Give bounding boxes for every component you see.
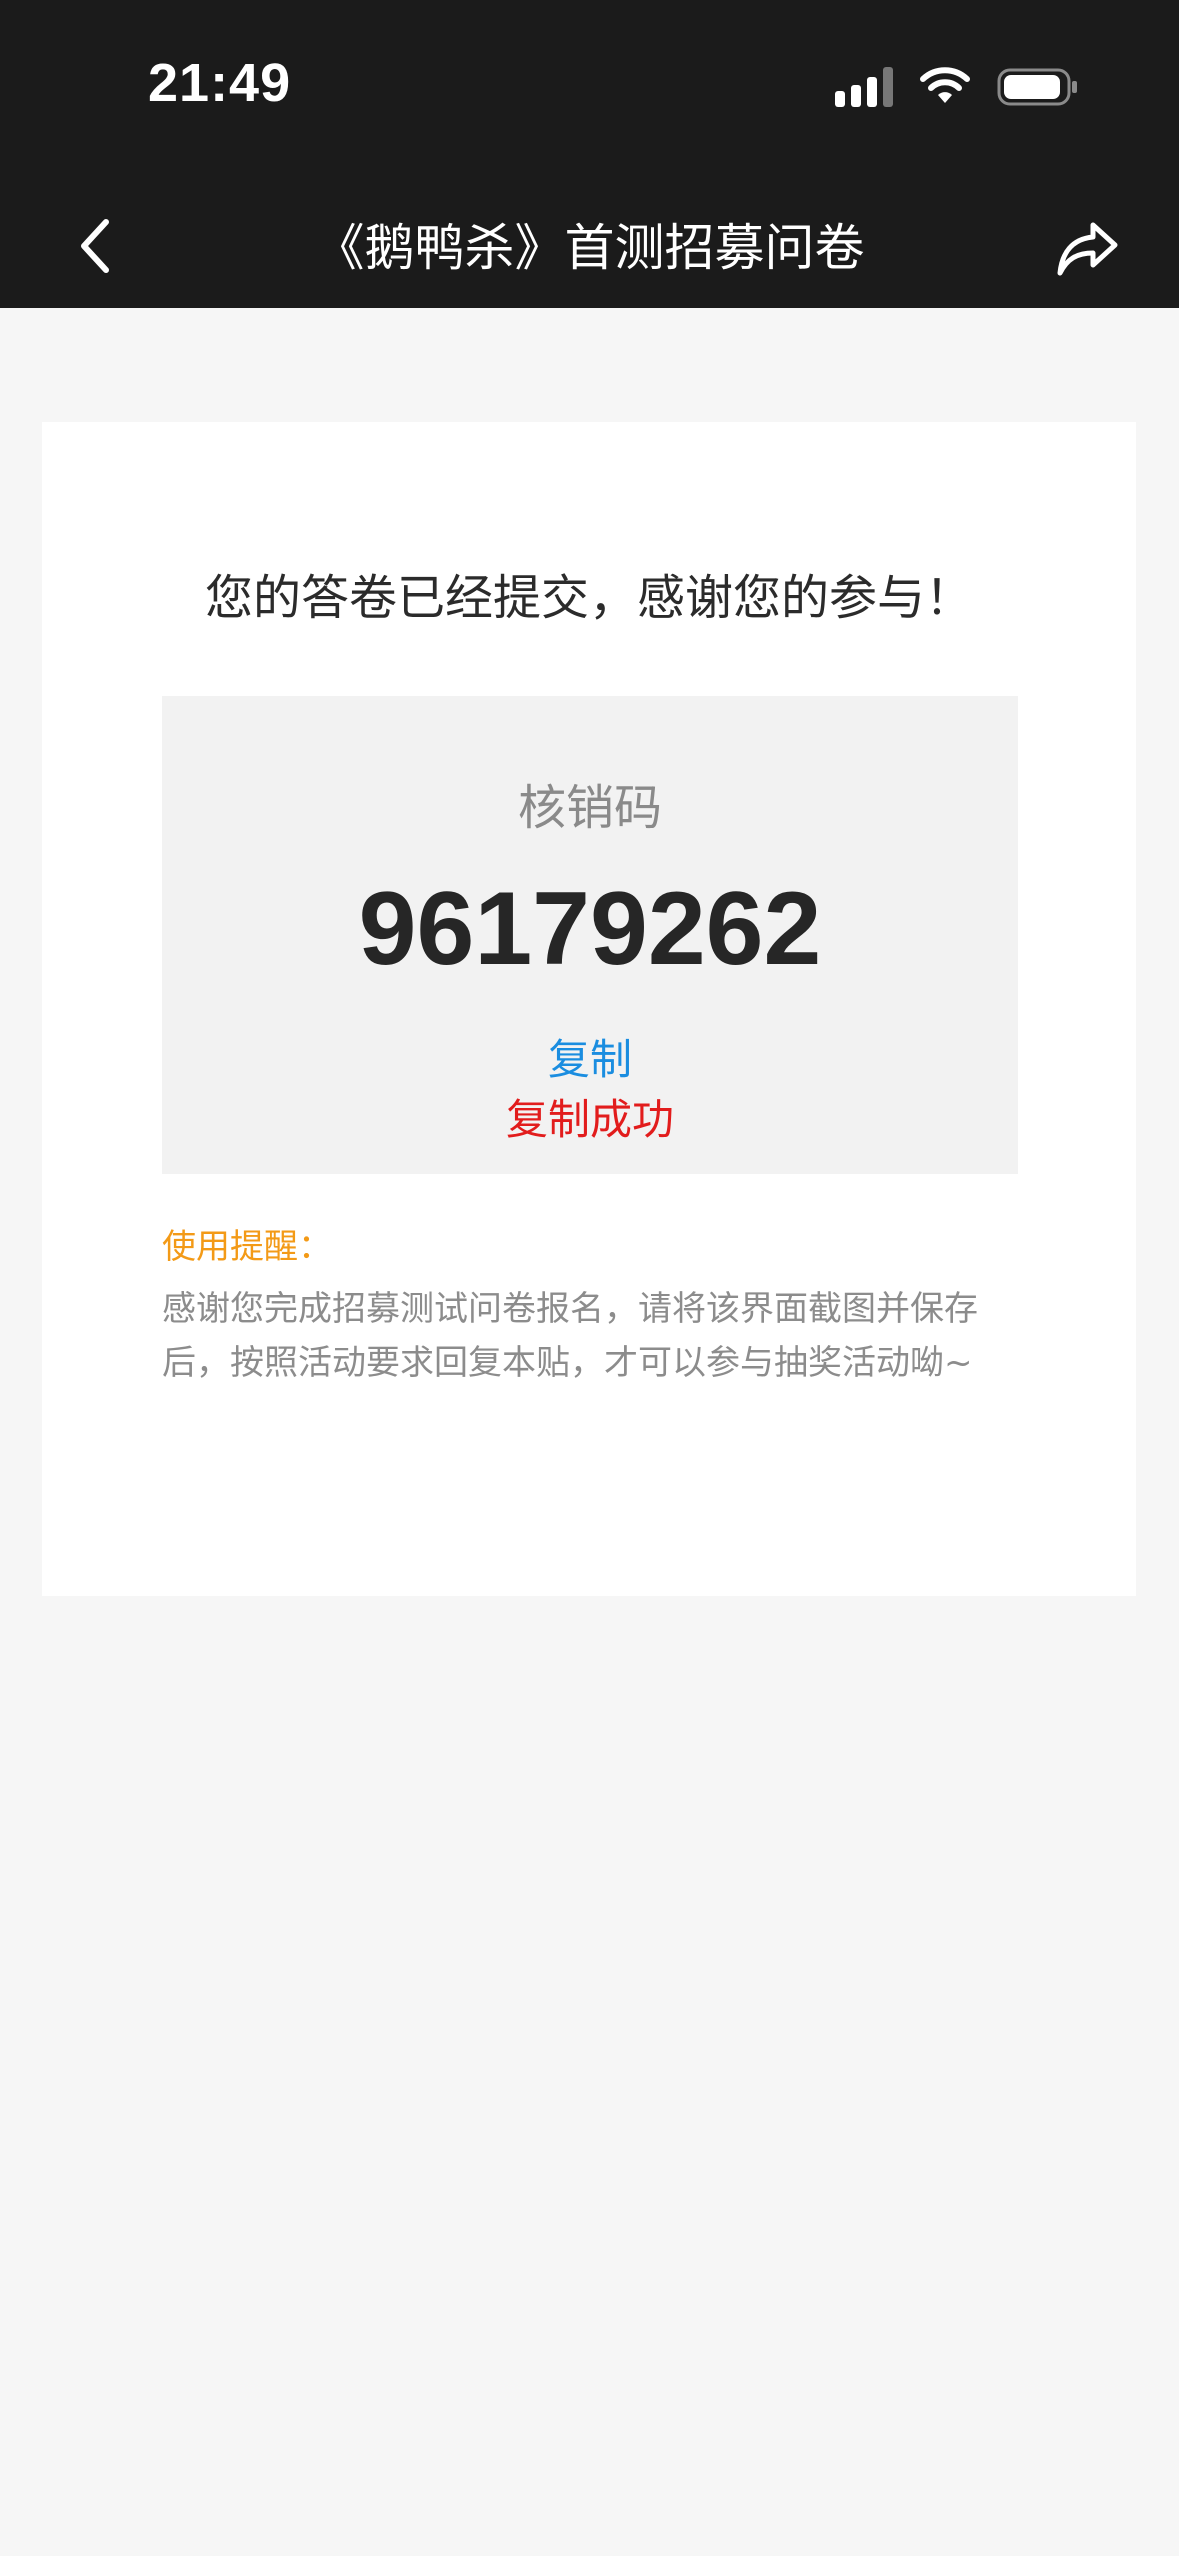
redeem-code-value: 96179262: [358, 871, 822, 987]
cellular-signal-icon: [835, 67, 893, 107]
battery-icon: [997, 68, 1077, 106]
result-card: 您的答卷已经提交，感谢您的参与！ 核销码 96179262 复制 复制成功 使用…: [42, 422, 1136, 1596]
redeem-code-box: 核销码 96179262 复制 复制成功: [162, 696, 1018, 1174]
usage-tip-body: 感谢您完成招募测试问卷报名，请将该界面截图并保存后，按照活动要求回复本贴，才可以…: [162, 1289, 978, 1383]
copy-button[interactable]: 复制: [162, 1032, 1018, 1088]
page: 21:49 《鹅鸭杀》首测招募问卷 您的答卷已经提交，感谢您的参与！ 核销码 9…: [0, 0, 1179, 2556]
status-icons: [835, 62, 1079, 112]
share-button[interactable]: [1043, 204, 1133, 294]
redeem-code-label: 核销码: [517, 780, 662, 836]
status-time: 21:49: [148, 53, 292, 113]
page-title: 《鹅鸭杀》首测招募问卷: [314, 219, 865, 277]
copy-success-message: 复制成功: [505, 1095, 674, 1144]
wifi-icon: [920, 67, 970, 103]
chevron-left-icon: [81, 219, 109, 273]
top-bar: 21:49 《鹅鸭杀》首测招募问卷: [0, 0, 1179, 308]
submit-success-message: 您的答卷已经提交，感谢您的参与！: [204, 570, 973, 626]
share-arrow-icon: [1057, 222, 1118, 276]
usage-tip-title: 使用提醒：: [162, 1227, 332, 1267]
nav-bar: 《鹅鸭杀》首测招募问卷: [0, 188, 1179, 308]
